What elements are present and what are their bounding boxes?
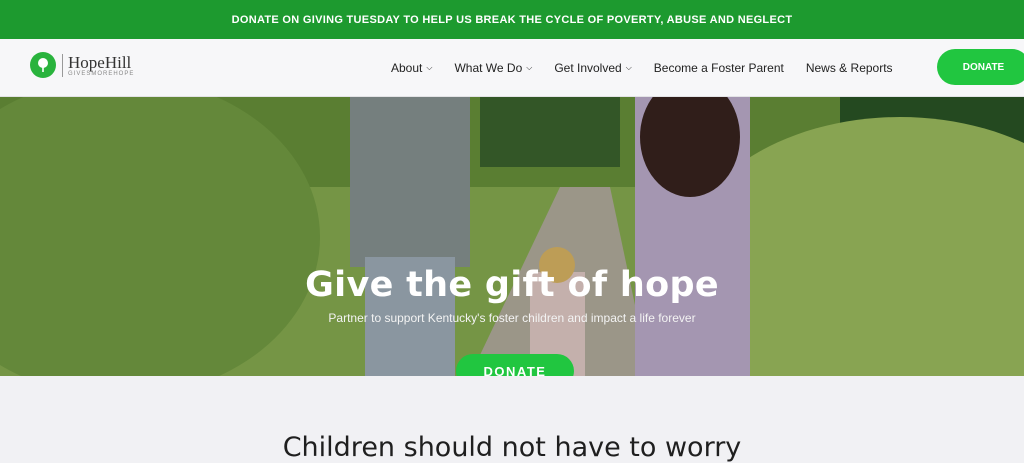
brand-name: HopeHill <box>68 52 132 72</box>
brand-tagline: GIVESMOREHOPE <box>68 70 135 77</box>
nav-item-become-foster-parent[interactable]: Become a Foster Parent <box>654 61 784 75</box>
hero-donate-label: DONATE <box>483 363 547 377</box>
section-heading: Children should not have to worry <box>282 432 742 463</box>
hero-subtitle: Partner to support Kentucky's foster chi… <box>328 311 696 325</box>
nav-item-label: About <box>391 61 423 75</box>
donate-button[interactable]: DONATE <box>937 49 1024 85</box>
main-navigation: HopeHill GIVESMOREHOPE About ⌵ What We D… <box>0 39 1024 97</box>
hero-title: Give the gift of hope <box>305 265 719 305</box>
nav-item-get-involved[interactable]: Get Involved ⌵ <box>554 61 631 75</box>
announcement-text[interactable]: DONATE ON GIVING TUESDAY TO HELP US BREA… <box>232 14 793 26</box>
nav-item-news-reports[interactable]: News & Reports <box>806 61 893 75</box>
hero-donate-button[interactable]: DONATE <box>456 354 574 376</box>
hero-image <box>0 97 1024 376</box>
nav-item-label: News & Reports <box>805 61 893 75</box>
logo-text: HopeHill GIVESMOREHOPE <box>62 52 135 77</box>
chevron-down-icon: ⌵ <box>426 63 433 72</box>
hero-banner: Give the gift of hope Partner to support… <box>0 97 1024 376</box>
chevron-down-icon: ⌵ <box>625 63 632 72</box>
chevron-down-icon: ⌵ <box>526 63 533 72</box>
nav-item-label: Get Involved <box>554 61 622 75</box>
nav-menu: About ⌵ What We Do ⌵ Get Involved ⌵ Beco… <box>391 39 915 97</box>
tree-icon <box>30 52 56 78</box>
donate-button-label: DONATE <box>962 61 1005 73</box>
announcement-bar[interactable]: DONATE ON GIVING TUESDAY TO HELP US BREA… <box>0 0 1024 39</box>
nav-item-label: Become a Foster Parent <box>653 61 784 75</box>
nav-item-label: What We Do <box>454 61 523 75</box>
nav-item-about[interactable]: About ⌵ <box>391 61 432 75</box>
logo[interactable]: HopeHill GIVESMOREHOPE <box>30 52 134 78</box>
nav-item-what-we-do[interactable]: What We Do ⌵ <box>454 61 532 75</box>
